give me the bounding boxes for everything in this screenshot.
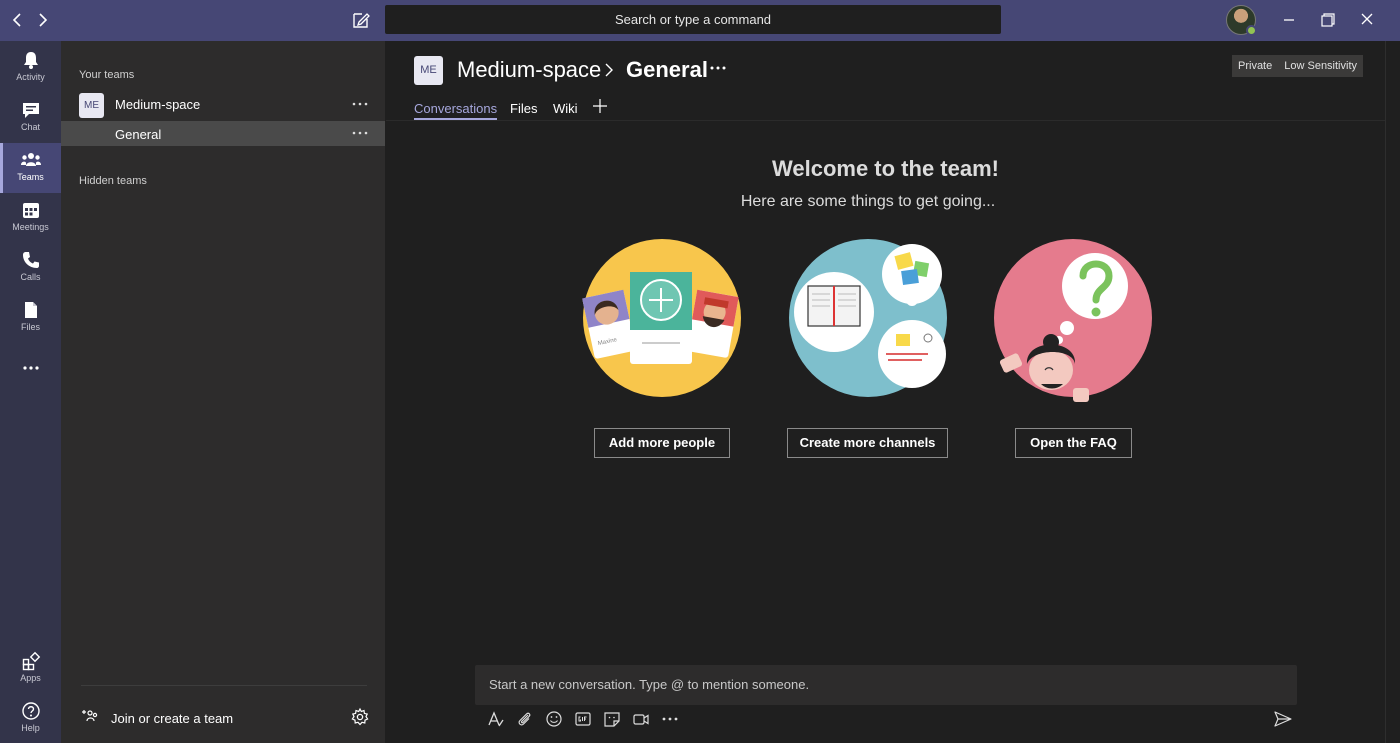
bell-icon (23, 52, 38, 69)
rail-item-label: Files (20, 322, 40, 332)
open-faq-button[interactable]: Open the FAQ (1015, 428, 1132, 458)
avatar[interactable] (1226, 5, 1257, 36)
rail-item-activity[interactable]: Activity (0, 43, 61, 93)
rail-item-help[interactable]: Help (0, 694, 61, 743)
page-title: General (626, 57, 708, 82)
rail-item-label: Meetings (12, 222, 49, 232)
file-icon (24, 302, 37, 318)
attach-icon[interactable] (516, 710, 534, 728)
app-rail: Activity Chat Teams Meetings Calls Files… (0, 41, 61, 743)
meet-now-icon[interactable] (632, 710, 650, 728)
rail-more-button[interactable] (0, 351, 61, 387)
calendar-icon (22, 203, 39, 218)
faq-illustration (994, 239, 1152, 402)
emoji-icon[interactable] (545, 710, 563, 728)
team-labels: Private Low Sensitivity (1232, 55, 1364, 77)
chat-icon (22, 103, 39, 118)
tab-files[interactable]: Files (510, 101, 537, 116)
more-horizontal-icon (352, 102, 368, 106)
channel-options-button[interactable] (708, 58, 728, 83)
chevron-right-icon (605, 63, 613, 77)
chevron-left-icon (12, 13, 21, 27)
help-icon (21, 702, 40, 720)
team-badge: ME (79, 93, 104, 118)
channel-more-options-button[interactable] (351, 125, 369, 141)
rail-item-label: Activity (16, 72, 45, 82)
phone-icon (22, 252, 39, 268)
team-item-medium-space[interactable]: ME Medium-space (61, 90, 385, 120)
minimize-button[interactable] (1276, 8, 1302, 32)
rail-item-label: Calls (20, 272, 41, 282)
add-people-illustration: Maxine (582, 239, 741, 397)
gif-icon[interactable] (574, 710, 592, 728)
add-tab-icon[interactable] (592, 98, 608, 114)
tab-conversations[interactable]: Conversations (414, 101, 498, 120)
format-icon[interactable] (487, 710, 505, 728)
close-button[interactable] (1354, 8, 1380, 32)
back-button[interactable] (8, 10, 28, 30)
team-more-options-button[interactable] (351, 96, 369, 112)
rail-item-apps[interactable]: Apps (0, 644, 61, 694)
privacy-badge: Private (1238, 60, 1273, 72)
more-horizontal-icon (710, 66, 726, 70)
manage-teams-settings-button[interactable] (350, 707, 370, 727)
create-more-channels-button[interactable]: Create more channels (787, 428, 948, 458)
welcome-subtitle: Here are some things to get going... (740, 193, 996, 210)
more-horizontal-icon (22, 366, 39, 370)
rail-item-teams[interactable]: Teams (0, 143, 61, 193)
restore-icon (1321, 13, 1335, 27)
join-label: Join or create a team (111, 711, 234, 726)
close-icon (1361, 13, 1373, 25)
rail-item-label: Teams (17, 172, 44, 182)
teams-panel: Your teams ME Medium-space General Hidde… (61, 41, 385, 743)
rail-item-calls[interactable]: Calls (0, 243, 61, 293)
search-input[interactable]: Search or type a command (385, 5, 1001, 34)
new-chat-button[interactable] (350, 9, 372, 31)
join-or-create-team-button[interactable]: Join or create a team (81, 706, 281, 730)
chevron-right-icon (39, 13, 48, 27)
rail-item-label: Chat (20, 122, 40, 132)
sensitivity-badge: Low Sensitivity (1284, 60, 1358, 72)
forward-button[interactable] (32, 10, 52, 30)
more-horizontal-icon[interactable] (661, 710, 679, 728)
title-bar: Search or type a command (0, 0, 1400, 41)
more-horizontal-icon (352, 131, 368, 135)
apps-icon (22, 651, 40, 671)
tab-wiki[interactable]: Wiki (553, 101, 578, 116)
restore-button[interactable] (1314, 8, 1340, 32)
channel-name: General (115, 127, 162, 142)
add-team-icon (82, 710, 98, 722)
rail-item-label: Apps (20, 673, 41, 683)
right-edge-strip (1385, 41, 1400, 743)
new-conversation-input[interactable]: Start a new conversation. Type @ to ment… (475, 665, 1297, 705)
presence-available-icon (1246, 25, 1257, 36)
add-more-people-button[interactable]: Add more people (594, 428, 730, 458)
team-name: Medium-space (115, 97, 201, 112)
gear-icon (351, 707, 369, 726)
sticker-icon[interactable] (603, 710, 621, 728)
main-area: ME Medium-space General Private Low Sens… (386, 41, 1385, 743)
your-teams-heading: Your teams (79, 69, 135, 81)
team-badge: ME (414, 56, 443, 85)
compose-icon (353, 13, 370, 28)
rail-item-meetings[interactable]: Meetings (0, 193, 61, 243)
create-channels-illustration (789, 239, 947, 397)
hidden-teams-heading[interactable]: Hidden teams (79, 175, 147, 187)
rail-item-files[interactable]: Files (0, 293, 61, 343)
teams-icon (20, 153, 41, 166)
breadcrumb-team[interactable]: Medium-space (457, 57, 601, 83)
rail-item-label: Help (21, 723, 40, 733)
welcome-title: Welcome to the team! (772, 156, 999, 181)
rail-item-chat[interactable]: Chat (0, 93, 61, 143)
channel-item-general[interactable]: General (61, 121, 385, 146)
send-icon[interactable] (1273, 710, 1293, 728)
channel-header: ME Medium-space General Private Low Sens… (386, 41, 1385, 121)
minimize-icon (1284, 19, 1294, 21)
divider (81, 685, 367, 686)
